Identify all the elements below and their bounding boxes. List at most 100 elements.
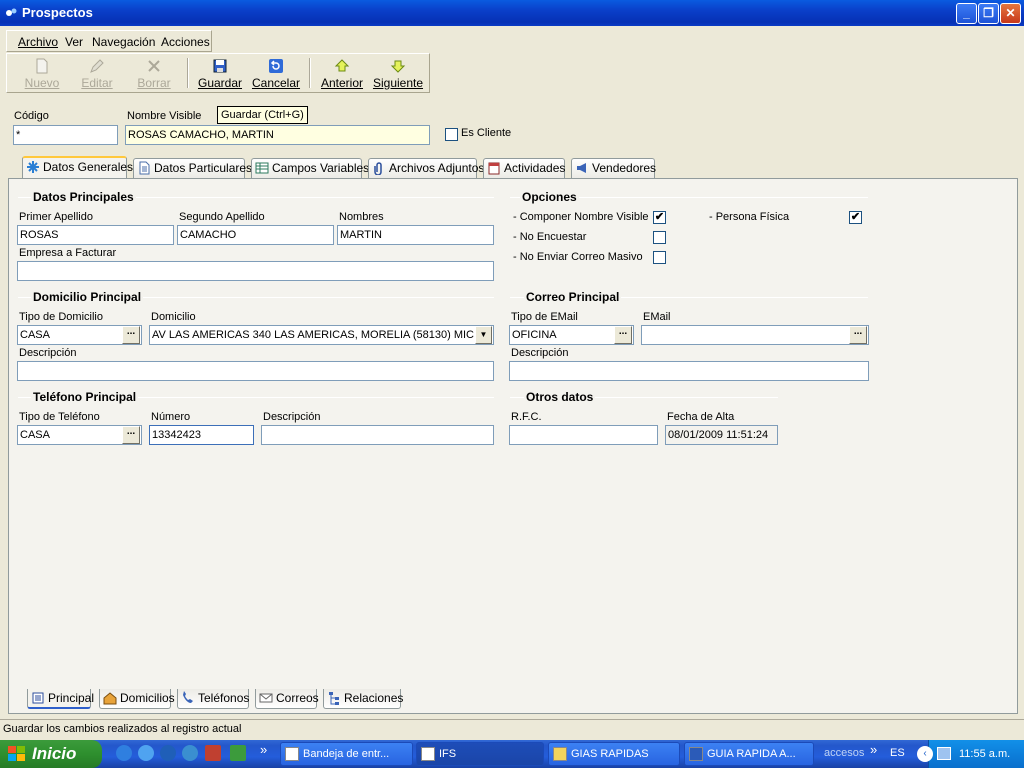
email-input[interactable] [641, 325, 869, 345]
tab-correos[interactable]: Correos [255, 689, 319, 709]
media-icon[interactable] [160, 745, 176, 761]
start-label: Inicio [32, 744, 77, 763]
tab-datos-generales[interactable]: Datos Generales [22, 156, 133, 178]
empresa-label: Empresa a Facturar [19, 247, 117, 259]
otros-datos-title: Otros datos [524, 390, 596, 404]
tab-label: Archivos Adjuntos [389, 161, 485, 175]
menu-acciones[interactable]: Acciones [161, 35, 210, 49]
tab-telefonos[interactable]: Teléfonos [177, 689, 249, 709]
anterior-button[interactable]: Anterior [315, 54, 369, 92]
tab-label: Domicilios [120, 691, 175, 705]
tab-label: Actividades [504, 161, 566, 175]
tray-expand-icon[interactable]: ‹ [917, 746, 933, 762]
minimize-button[interactable]: _ [956, 3, 977, 24]
correo-descripcion-input[interactable] [509, 361, 869, 381]
browser-icon[interactable] [182, 745, 198, 761]
no-encuestar-checkbox[interactable] [653, 231, 666, 244]
toolbar: Nuevo Editar Borrar Guardar Cancelar Ant… [6, 53, 430, 93]
borrar-button[interactable]: Borrar [127, 54, 181, 92]
codigo-input[interactable]: * [13, 125, 118, 145]
codigo-label: Código [14, 110, 49, 122]
media-player-icon[interactable] [138, 745, 154, 761]
primer-apellido-input[interactable]: ROSAS [17, 225, 174, 245]
tab-label: Relaciones [344, 691, 404, 705]
quicklaunch-chevron[interactable]: » [260, 742, 267, 757]
menu-archivo[interactable]: Archivo [18, 35, 58, 49]
hierarchy-icon [329, 692, 339, 705]
no-correo-masivo-checkbox[interactable] [653, 251, 666, 264]
email-lookup-button[interactable]: ... [849, 326, 867, 344]
tab-label: Teléfonos [198, 691, 250, 705]
rfc-input[interactable] [509, 425, 658, 445]
siguiente-button[interactable]: Siguiente [371, 54, 425, 92]
toolbar-chevron[interactable]: » [870, 742, 877, 757]
taskbar-item-label: IFS [439, 748, 457, 760]
tab-datos-particulares[interactable]: Datos Particulares [133, 158, 252, 178]
network-icon[interactable] [937, 747, 951, 760]
editar-label: Editar [81, 76, 113, 90]
title-bar[interactable]: Prospectos _ ❐ ✕ [0, 0, 1024, 26]
save-icon [213, 59, 227, 73]
menu-navegacion[interactable]: Navegación [92, 35, 155, 49]
domicilio-descripcion-input[interactable] [17, 361, 494, 381]
tab-actividades[interactable]: Actividades [483, 158, 565, 178]
guardar-button[interactable]: Guardar [193, 54, 247, 92]
tab-relaciones[interactable]: Relaciones [323, 689, 404, 709]
house-icon [103, 692, 117, 705]
tab-domicilios[interactable]: Domicilios [99, 689, 175, 709]
nuevo-button[interactable]: Nuevo [15, 54, 69, 92]
numero-label: Número [151, 411, 191, 423]
clock[interactable]: 11:55 a.m. [959, 740, 1010, 768]
segundo-apellido-input[interactable]: CAMACHO [177, 225, 334, 245]
cancelar-button[interactable]: Cancelar [249, 54, 303, 92]
start-button[interactable]: Inicio [0, 740, 102, 768]
tab-principal[interactable]: Principal [27, 689, 94, 709]
calendar-icon [488, 162, 500, 175]
tab-archivos-adjuntos[interactable]: Archivos Adjuntos [368, 158, 484, 178]
persona-fisica-checkbox[interactable]: ✔ [849, 211, 862, 224]
taskbar-item-label: GIAS RAPIDAS [571, 748, 649, 760]
domicilio-dropdown-button[interactable]: ▼ [475, 326, 492, 344]
delete-icon [148, 60, 160, 72]
empresa-input[interactable] [17, 261, 494, 281]
status-bar: Guardar los cambios realizados al regist… [0, 719, 1024, 739]
es-cliente-checkbox[interactable] [445, 128, 458, 141]
app-icon[interactable] [205, 745, 221, 761]
componer-nombre-checkbox[interactable]: ✔ [653, 211, 666, 224]
taskbar-item-gias-rapidas[interactable]: GIAS RAPIDAS [548, 742, 680, 766]
editar-button[interactable]: Editar [70, 54, 124, 92]
taskbar-item-guia-rapida[interactable]: GUIA RAPIDA A... [684, 742, 814, 766]
siguiente-label: Siguiente [372, 76, 424, 90]
nombre-visible-input[interactable]: ROSAS CAMACHO, MARTIN [125, 125, 430, 145]
guardar-tooltip: Guardar (Ctrl+G) [217, 106, 308, 124]
paperclip-icon [374, 162, 382, 175]
cancelar-label: Cancelar [251, 76, 301, 90]
tipo-email-lookup-button[interactable]: ... [614, 326, 632, 344]
domicilio-descripcion-label: Descripción [19, 347, 77, 359]
app-icon[interactable] [230, 745, 246, 761]
tipo-telefono-lookup-button[interactable]: ... [122, 426, 140, 444]
numero-input[interactable]: 13342423 [149, 425, 254, 445]
accesos-toolbar-label[interactable]: accesos [824, 747, 864, 759]
snowflake-icon [27, 161, 39, 173]
close-button[interactable]: ✕ [1000, 3, 1021, 24]
nombres-input[interactable]: MARTIN [337, 225, 494, 245]
guardar-label: Guardar [197, 76, 243, 90]
taskbar-item-ifs[interactable]: IFS [416, 742, 544, 766]
telefono-descripcion-input[interactable] [261, 425, 494, 445]
internet-explorer-icon[interactable] [116, 745, 132, 761]
maximize-button[interactable]: ❐ [978, 3, 999, 24]
persona-fisica-label: - Persona Física [709, 211, 790, 223]
es-cliente-label: Es Cliente [461, 127, 512, 139]
rfc-label: R.F.C. [511, 411, 542, 423]
tab-label: Datos Generales [43, 160, 134, 174]
tab-campos-variables[interactable]: Campos Variables [251, 158, 369, 178]
menu-ver[interactable]: Ver [65, 35, 83, 49]
tab-label: Vendedores [592, 161, 657, 175]
tab-vendedores[interactable]: Vendedores [571, 158, 657, 178]
language-indicator[interactable]: ES [890, 747, 905, 759]
tipo-domicilio-lookup-button[interactable]: ... [122, 326, 140, 344]
domicilio-select[interactable]: AV LAS AMERICAS 340 LAS AMERICAS, MORELI… [149, 325, 494, 345]
no-correo-masivo-label: - No Enviar Correo Masivo [513, 251, 643, 263]
taskbar-item-bandeja[interactable]: Bandeja de entr... [280, 742, 413, 766]
